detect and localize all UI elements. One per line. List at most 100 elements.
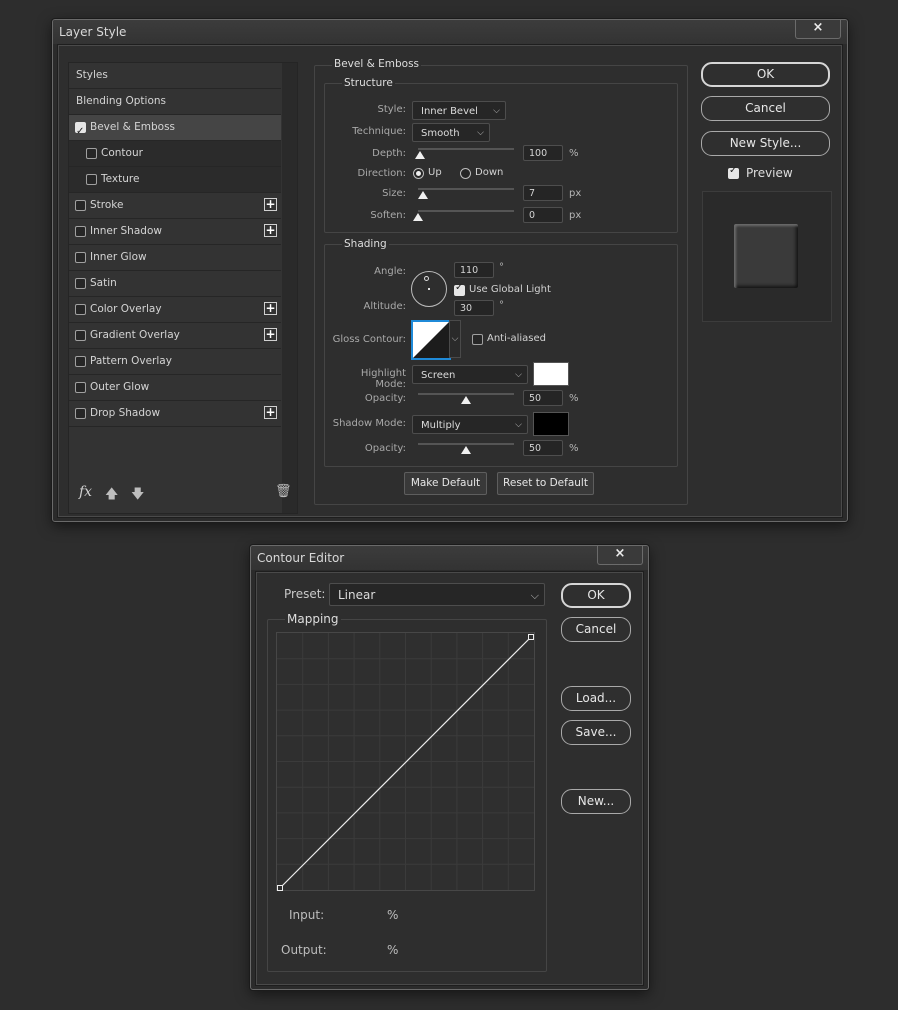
style-item-label: Blending Options	[76, 95, 166, 107]
style-item-label: Pattern Overlay	[90, 355, 172, 367]
depth-label: Depth:	[372, 148, 406, 159]
add-effect-icon[interactable]: +	[264, 224, 277, 237]
input-label: Input:	[289, 908, 325, 922]
gloss-contour-picker[interactable]	[411, 320, 451, 360]
preview-checkbox[interactable]	[728, 165, 739, 179]
add-effect-icon[interactable]: +	[264, 302, 277, 315]
style-checkbox[interactable]	[75, 252, 86, 263]
arrow-up-icon[interactable]: 🡅	[105, 485, 118, 507]
shadow-opacity-track[interactable]	[418, 443, 514, 445]
contour-close-button[interactable]: ×	[597, 546, 643, 565]
depth-input[interactable]: 100	[523, 145, 563, 161]
style-list-item[interactable]: Outer Glow	[69, 375, 281, 401]
style-list-item[interactable]: Stroke +	[69, 193, 281, 219]
contour-cancel-button[interactable]: Cancel	[561, 617, 631, 642]
angle-dial[interactable]	[411, 271, 447, 307]
arrow-down-icon[interactable]: 🡇	[131, 485, 144, 507]
linear-contour-icon	[413, 322, 449, 358]
style-checkbox[interactable]	[86, 148, 97, 159]
style-list-item[interactable]: Blending Options	[69, 89, 281, 115]
size-slider-thumb[interactable]	[417, 191, 428, 199]
output-label: Output:	[281, 943, 327, 957]
curve-point-end[interactable]	[528, 634, 534, 640]
direction-down-radio[interactable]	[460, 168, 471, 179]
style-checkbox[interactable]	[75, 382, 86, 393]
input-unit: %	[387, 908, 399, 922]
soften-unit: px	[569, 210, 582, 221]
reset-to-default-button[interactable]: Reset to Default	[497, 472, 594, 495]
trash-icon[interactable]: 🗑	[275, 484, 292, 499]
style-list-item[interactable]: Styles	[69, 63, 281, 89]
load-button[interactable]: Load...	[561, 686, 631, 711]
style-list-item[interactable]: Contour	[69, 141, 281, 167]
highlight-opacity-thumb[interactable]	[461, 396, 471, 404]
style-checkbox[interactable]	[75, 304, 86, 315]
contour-ok-button[interactable]: OK	[561, 583, 631, 608]
style-dropdown[interactable]: Inner Bevel ⌵	[412, 101, 506, 120]
highlight-opacity-track[interactable]	[418, 393, 514, 395]
style-list-item[interactable]: Inner Shadow +	[69, 219, 281, 245]
contour-editor-titlebar[interactable]: Contour Editor	[251, 546, 648, 570]
shadow-opacity-input[interactable]: 50	[523, 440, 563, 456]
ok-button[interactable]: OK	[701, 62, 830, 87]
close-button[interactable]: ×	[795, 20, 841, 39]
style-checkbox[interactable]	[75, 330, 86, 341]
soften-input[interactable]: 0	[523, 207, 563, 223]
save-button[interactable]: Save...	[561, 720, 631, 745]
size-input[interactable]: 7	[523, 185, 563, 201]
direction-up-radio[interactable]	[413, 168, 424, 179]
shadow-mode-dropdown[interactable]: Multiply ⌵	[412, 415, 528, 434]
cancel-button[interactable]: Cancel	[701, 96, 830, 121]
style-list-item[interactable]: Pattern Overlay	[69, 349, 281, 375]
use-global-light-checkbox[interactable]	[454, 282, 465, 296]
altitude-input[interactable]: 30	[454, 300, 494, 316]
shadow-opacity-thumb[interactable]	[461, 446, 471, 454]
add-effect-icon[interactable]: +	[264, 406, 277, 419]
depth-slider-track[interactable]	[418, 148, 514, 150]
fx-icon[interactable]: fx	[79, 484, 92, 500]
angle-input[interactable]: 110	[454, 262, 494, 278]
size-slider-track[interactable]	[418, 188, 514, 190]
depth-slider-thumb[interactable]	[414, 151, 425, 159]
soften-slider-thumb[interactable]	[413, 213, 423, 221]
technique-dropdown[interactable]: Smooth ⌵	[412, 123, 490, 142]
chevron-down-icon: ⌵	[451, 334, 459, 344]
style-list-item[interactable]: Texture	[69, 167, 281, 193]
contour-graph[interactable]	[276, 632, 536, 892]
add-effect-icon[interactable]: +	[264, 328, 277, 341]
style-item-label: Stroke	[90, 199, 124, 211]
layer-style-titlebar[interactable]: Layer Style	[53, 20, 847, 44]
style-list-item[interactable]: Drop Shadow +	[69, 401, 281, 427]
shadow-mode-label: Shadow Mode:	[332, 418, 406, 429]
dialog-title: Layer Style	[59, 25, 127, 39]
add-effect-icon[interactable]: +	[264, 198, 277, 211]
new-style-button[interactable]: New Style...	[701, 131, 830, 156]
style-checkbox[interactable]	[75, 226, 86, 237]
style-list-item[interactable]: Inner Glow	[69, 245, 281, 271]
curve-point-start[interactable]	[277, 885, 283, 891]
style-item-label: Gradient Overlay	[90, 329, 180, 341]
style-checkbox[interactable]	[86, 174, 97, 185]
style-list-scrollbar[interactable]	[282, 63, 297, 513]
anti-aliased-checkbox[interactable]	[472, 334, 483, 345]
make-default-button[interactable]: Make Default	[404, 472, 487, 495]
soften-slider-track[interactable]	[418, 210, 514, 212]
shadow-color-swatch[interactable]	[533, 412, 569, 436]
style-list-item[interactable]: Gradient Overlay +	[69, 323, 281, 349]
style-checkbox[interactable]	[75, 119, 86, 144]
highlight-mode-dropdown[interactable]: Screen ⌵	[412, 365, 528, 384]
new-button[interactable]: New...	[561, 789, 631, 814]
gloss-contour-dropdown[interactable]: ⌵	[449, 320, 461, 358]
style-list: Styles Blending Options Bevel & Emboss Cont…	[68, 62, 298, 514]
preset-dropdown[interactable]: Linear ⌵	[329, 583, 545, 606]
style-checkbox[interactable]	[75, 356, 86, 367]
style-list-item[interactable]: Satin	[69, 271, 281, 297]
style-item-label: Contour	[101, 147, 143, 159]
highlight-color-swatch[interactable]	[533, 362, 569, 386]
style-checkbox[interactable]	[75, 408, 86, 419]
style-list-item[interactable]: Bevel & Emboss	[69, 115, 281, 144]
highlight-opacity-input[interactable]: 50	[523, 390, 563, 406]
style-checkbox[interactable]	[75, 278, 86, 289]
style-checkbox[interactable]	[75, 200, 86, 211]
style-list-item[interactable]: Color Overlay +	[69, 297, 281, 323]
